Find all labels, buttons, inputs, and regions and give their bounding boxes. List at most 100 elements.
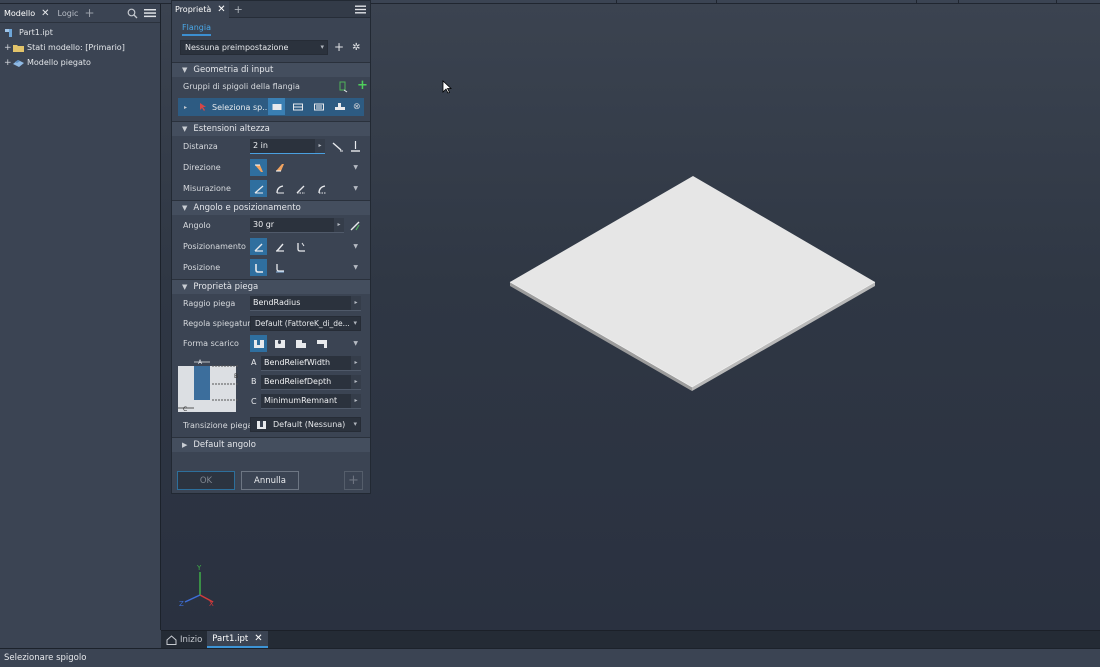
- tree-expander[interactable]: +: [4, 58, 12, 68]
- browser-bottom: [0, 630, 161, 648]
- tree-item-part[interactable]: Part1.ipt: [0, 25, 160, 40]
- feature-tab-flangia[interactable]: Flangia: [182, 23, 211, 36]
- add-tab-icon[interactable]: +: [84, 6, 94, 20]
- tree-expander[interactable]: +: [4, 43, 12, 53]
- distance-edge-icon[interactable]: [329, 138, 346, 155]
- tab-home[interactable]: Inizio: [161, 631, 207, 648]
- unfold-rule-select[interactable]: Default (FattoreK_di_de... ▾: [250, 316, 361, 331]
- search-icon[interactable]: [127, 8, 138, 19]
- menu-icon[interactable]: [355, 5, 366, 14]
- chevron-down-icon[interactable]: ▼: [353, 164, 358, 171]
- edge-selection-row: ▸ Seleziona sp... ⊗: [172, 96, 370, 118]
- direction-2-icon[interactable]: [271, 159, 288, 176]
- to-face-icon[interactable]: [347, 138, 364, 155]
- preset-value: Nessuna preimpostazione: [185, 42, 289, 52]
- tree-item-label: Part1.ipt: [19, 28, 53, 37]
- close-icon[interactable]: ✕: [254, 633, 262, 644]
- tab-part1[interactable]: Part1.ipt ✕: [207, 631, 268, 648]
- measure-outer-icon[interactable]: [313, 180, 330, 197]
- direction-1-icon[interactable]: [250, 159, 267, 176]
- collapse-triangle-icon: ▼: [182, 283, 188, 291]
- tab-home-label: Inizio: [180, 634, 203, 645]
- add-preset-icon[interactable]: +: [334, 40, 344, 54]
- tab-modello[interactable]: Modello ✕: [0, 4, 54, 23]
- svg-text:C: C: [183, 406, 187, 412]
- collapse-triangle-icon: ▼: [182, 66, 188, 74]
- gear-icon[interactable]: ✲: [352, 42, 360, 53]
- home-icon: [166, 634, 177, 645]
- angle-reference-icon[interactable]: [347, 217, 364, 234]
- tab-proprieta[interactable]: Proprietà ✕: [172, 0, 229, 18]
- chevron-right-icon[interactable]: ▸: [351, 356, 361, 370]
- unfold-rule-row: Regola spiegatura Default (FattoreK_di_d…: [172, 313, 370, 333]
- bend-radius-label: Raggio piega: [183, 299, 236, 308]
- bend-transition-row: Transizione piega Default (Nessuna) ▾: [172, 414, 370, 436]
- chevron-down-icon[interactable]: ▼: [353, 340, 358, 347]
- position-inside-icon[interactable]: [250, 259, 267, 276]
- loop-mode-icon[interactable]: [289, 98, 306, 115]
- relief-straight-icon[interactable]: [250, 335, 267, 352]
- close-icon[interactable]: ✕: [217, 4, 225, 15]
- bend-outside-icon[interactable]: [292, 238, 309, 255]
- bend-transition-label: Transizione piega: [183, 420, 253, 430]
- face-mode-icon[interactable]: [310, 98, 327, 115]
- ok-button[interactable]: OK: [177, 471, 235, 490]
- bend-from-adjacent-icon[interactable]: [250, 238, 267, 255]
- relief-width-input[interactable]: BendReliefWidth ▸: [261, 356, 361, 371]
- chevron-down-icon[interactable]: ▼: [353, 185, 358, 192]
- edge-group-icon[interactable]: [335, 78, 352, 95]
- chevron-right-icon[interactable]: ▸: [351, 375, 361, 389]
- chevron-right-icon[interactable]: ▸: [315, 139, 325, 153]
- transition-icon: [257, 421, 266, 429]
- apply-add-button[interactable]: +: [344, 471, 363, 490]
- direction-label: Direzione: [183, 163, 221, 172]
- edge-mode-icon[interactable]: [268, 98, 285, 115]
- angle-input[interactable]: 30 gr ▸: [250, 218, 344, 233]
- tree-item-label: Stati modello: [Primario]: [27, 43, 125, 52]
- add-tab-icon[interactable]: +: [234, 3, 243, 16]
- section-angle-positioning[interactable]: ▼ Angolo e posizionamento: [172, 200, 370, 215]
- bend-radius-input[interactable]: BendRadius ▸: [250, 296, 361, 311]
- positioning-label: Posizionamento: [183, 242, 246, 251]
- relief-corner-icon[interactable]: [313, 335, 330, 352]
- section-bend-properties[interactable]: ▼ Proprietà piega: [172, 279, 370, 294]
- tab-logic[interactable]: Logic: [54, 4, 83, 23]
- menu-icon[interactable]: [144, 8, 156, 18]
- bend-transition-select[interactable]: Default (Nessuna) ▾: [250, 417, 361, 432]
- chevron-down-icon[interactable]: ▼: [353, 264, 358, 271]
- relief-depth-input[interactable]: BendReliefDepth ▸: [261, 375, 361, 390]
- relief-round-icon[interactable]: [271, 335, 288, 352]
- tree-item-model-states[interactable]: + Stati modello: [Primario]: [0, 40, 160, 55]
- bend-tangent-icon[interactable]: [271, 238, 288, 255]
- chevron-down-icon[interactable]: ▼: [353, 243, 358, 250]
- tree-item-flat-pattern[interactable]: + Modello piegato: [0, 55, 160, 70]
- section-input-geometry[interactable]: ▼ Geometria di input: [172, 62, 370, 77]
- section-height-extents[interactable]: ▼ Estensioni altezza: [172, 121, 370, 136]
- svg-text:B: B: [234, 373, 238, 380]
- chevron-right-icon[interactable]: ▸: [351, 394, 361, 408]
- bend-transition-value: Default (Nessuna): [273, 420, 346, 429]
- chevron-right-icon[interactable]: ▸: [334, 218, 344, 232]
- positioning-row: Posizionamento ▼: [172, 236, 370, 257]
- properties-tabs: Proprietà ✕ +: [172, 0, 370, 18]
- relief-c-letter: C: [251, 397, 257, 406]
- clear-selection-icon[interactable]: ⊗: [353, 102, 361, 112]
- relief-tear-icon[interactable]: [292, 335, 309, 352]
- chevron-right-icon[interactable]: ▸: [184, 104, 187, 111]
- relief-diagram-icon: A B C: [178, 359, 238, 412]
- measure-intersection-icon[interactable]: [250, 180, 267, 197]
- corner-mode-icon[interactable]: [331, 98, 348, 115]
- add-edge-group-icon[interactable]: +: [357, 78, 368, 93]
- chevron-right-icon[interactable]: ▸: [351, 296, 361, 310]
- distance-input[interactable]: 2 in ▸: [250, 139, 325, 154]
- minimum-remnant-input[interactable]: MinimumRemnant ▸: [261, 394, 361, 409]
- close-icon[interactable]: ✕: [41, 8, 49, 19]
- measure-tangent-icon[interactable]: [271, 180, 288, 197]
- section-default-angle[interactable]: ▶ Default angolo: [172, 437, 370, 452]
- measure-inner-icon[interactable]: [292, 180, 309, 197]
- position-outside-icon[interactable]: [271, 259, 288, 276]
- axis-triad-icon: Y X Z: [179, 564, 214, 607]
- cancel-button[interactable]: Annulla: [241, 471, 299, 490]
- measurement-label: Misurazione: [183, 184, 231, 193]
- preset-select[interactable]: Nessuna preimpostazione ▾: [180, 39, 328, 55]
